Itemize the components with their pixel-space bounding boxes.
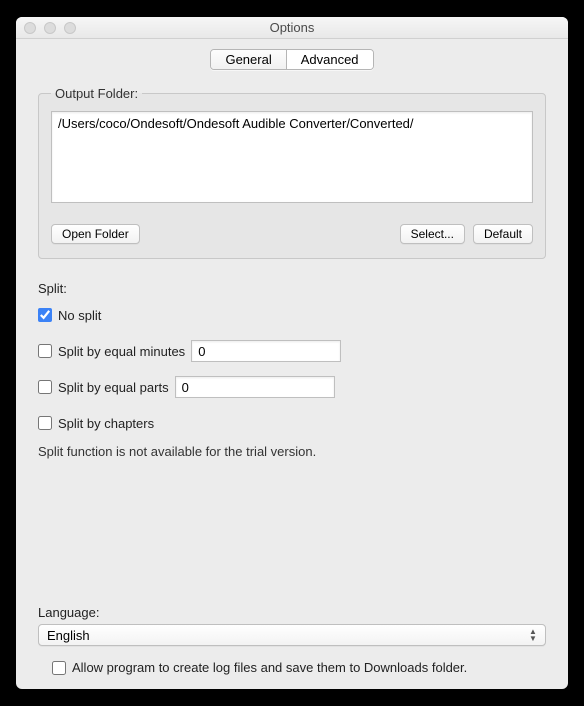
split-equal-parts-checkbox[interactable]	[38, 380, 52, 394]
split-note: Split function is not available for the …	[38, 444, 546, 459]
split-panel: Split: No split Split by equal minutes S…	[38, 281, 546, 459]
split-equal-minutes-checkbox[interactable]	[38, 344, 52, 358]
no-split-checkbox[interactable]	[38, 308, 52, 322]
allow-log-checkbox[interactable]	[52, 661, 66, 675]
split-equal-minutes-label: Split by equal minutes	[58, 344, 185, 359]
zoom-icon[interactable]	[64, 22, 76, 34]
split-chapters-label: Split by chapters	[58, 416, 154, 431]
split-equal-parts-label: Split by equal parts	[58, 380, 169, 395]
language-label: Language:	[38, 605, 546, 620]
options-window: Options General Advanced Output Folder: …	[16, 17, 568, 689]
content-area: Output Folder: Open Folder Select... Def…	[16, 70, 568, 689]
titlebar: Options	[16, 17, 568, 39]
open-folder-button[interactable]: Open Folder	[51, 224, 140, 244]
output-folder-path[interactable]	[51, 111, 533, 203]
log-row: Allow program to create log files and sa…	[52, 660, 546, 675]
tab-segment: General Advanced	[210, 49, 373, 70]
split-equal-parts-input[interactable]	[175, 376, 335, 398]
output-folder-buttons: Open Folder Select... Default	[51, 224, 533, 244]
language-select[interactable]: English	[38, 624, 546, 646]
output-folder-panel: Output Folder: Open Folder Select... Def…	[38, 86, 546, 259]
window-title: Options	[16, 20, 568, 35]
split-equal-minutes-input[interactable]	[191, 340, 341, 362]
default-folder-button[interactable]: Default	[473, 224, 533, 244]
traffic-lights	[16, 22, 76, 34]
close-icon[interactable]	[24, 22, 36, 34]
tab-advanced[interactable]: Advanced	[287, 50, 373, 69]
tab-general[interactable]: General	[211, 50, 286, 69]
language-block: Language: English ▲▼	[38, 545, 546, 646]
split-legend: Split:	[38, 281, 546, 296]
allow-log-label: Allow program to create log files and sa…	[72, 660, 467, 675]
split-chapters-checkbox[interactable]	[38, 416, 52, 430]
select-folder-button[interactable]: Select...	[400, 224, 465, 244]
no-split-label: No split	[58, 308, 101, 323]
tab-bar: General Advanced	[16, 39, 568, 70]
minimize-icon[interactable]	[44, 22, 56, 34]
output-folder-legend: Output Folder:	[51, 86, 142, 101]
